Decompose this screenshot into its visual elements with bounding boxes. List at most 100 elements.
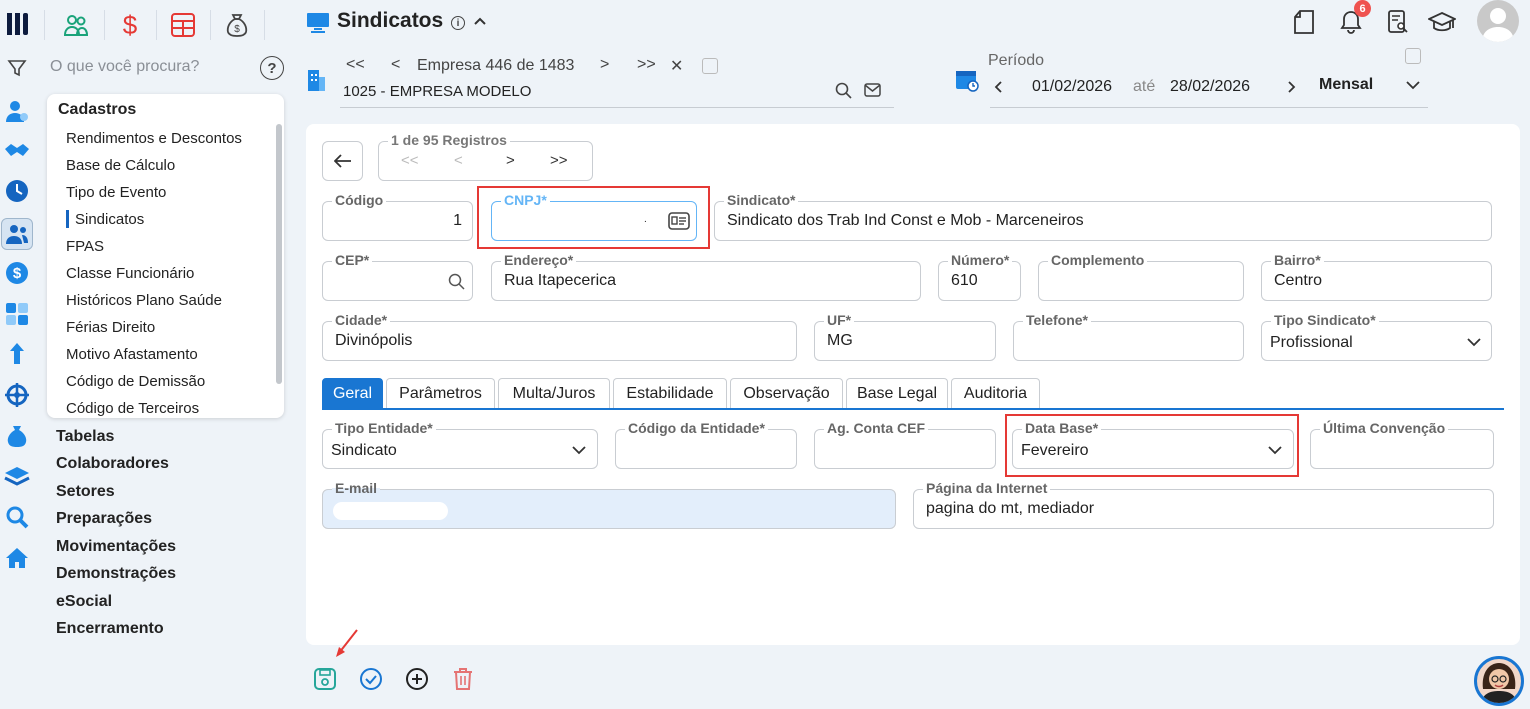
- periodo-checkbox[interactable]: [1405, 48, 1421, 64]
- save-button[interactable]: [313, 667, 337, 691]
- cep-field[interactable]: CEP*: [322, 252, 473, 301]
- records-last-button[interactable]: >>: [550, 152, 568, 169]
- tab-auditoria[interactable]: Auditoria: [951, 378, 1040, 409]
- endereco-field[interactable]: Endereço* Rua Itapecerica: [491, 252, 921, 301]
- delete-button[interactable]: [452, 667, 474, 691]
- add-button[interactable]: [405, 667, 429, 691]
- nav-item[interactable]: Movimentações: [56, 538, 176, 556]
- bairro-field[interactable]: Bairro* Centro: [1261, 252, 1492, 301]
- empresa-last-button[interactable]: >>: [637, 56, 656, 74]
- chevron-up-icon[interactable]: [473, 16, 487, 26]
- info-icon[interactable]: i: [451, 16, 465, 30]
- numero-field[interactable]: Número* 610: [938, 252, 1021, 301]
- document-icon[interactable]: [1293, 10, 1315, 34]
- app-logo[interactable]: [6, 10, 34, 38]
- periodo-end[interactable]: 28/02/2026: [1170, 78, 1250, 96]
- complemento-field[interactable]: Complemento: [1038, 252, 1244, 301]
- periodo-prev-icon[interactable]: [993, 80, 1003, 94]
- submenu-item[interactable]: Base de Cálculo: [66, 157, 175, 174]
- clock-icon[interactable]: [4, 178, 30, 204]
- empresa-checkbox[interactable]: [702, 58, 718, 74]
- scrollbar[interactable]: [276, 124, 282, 384]
- periodo-mode-select[interactable]: Mensal: [1319, 76, 1373, 94]
- telefone-field[interactable]: Telefone*: [1013, 312, 1244, 361]
- tab-base-legal[interactable]: Base Legal: [846, 378, 948, 409]
- periodo-start[interactable]: 01/02/2026: [1032, 78, 1112, 96]
- dollar-module-icon[interactable]: $: [110, 8, 150, 42]
- money-bag-module-icon[interactable]: $: [217, 8, 257, 42]
- submenu-header[interactable]: Cadastros: [58, 101, 136, 119]
- money-bag-icon[interactable]: [4, 423, 30, 449]
- person-settings-icon[interactable]: [4, 98, 30, 124]
- graduation-cap-icon[interactable]: [1428, 11, 1456, 33]
- ultima-convencao-field[interactable]: Última Convenção: [1310, 420, 1494, 469]
- records-prev-button[interactable]: <: [454, 152, 463, 169]
- tab-observacao[interactable]: Observação: [730, 378, 843, 409]
- submenu-item[interactable]: Tipo de Evento: [66, 184, 166, 201]
- nav-item[interactable]: Encerramento: [56, 620, 164, 638]
- layers-icon[interactable]: [4, 464, 30, 490]
- people-module-icon[interactable]: [56, 8, 96, 42]
- calculator-icon[interactable]: [4, 301, 30, 327]
- calculator-module-icon[interactable]: [163, 8, 203, 42]
- nav-item[interactable]: Demonstrações: [56, 565, 176, 583]
- cidade-field[interactable]: Cidade* Divinópolis: [322, 312, 797, 361]
- chart-arrow-icon[interactable]: [4, 341, 30, 367]
- empresa-next-button[interactable]: >: [600, 56, 609, 74]
- tab-multa-juros[interactable]: Multa/Juros: [498, 378, 610, 409]
- handshake-icon[interactable]: [4, 138, 30, 164]
- tab-estabilidade[interactable]: Estabilidade: [613, 378, 727, 409]
- nav-item[interactable]: eSocial: [56, 593, 112, 611]
- submenu-item[interactable]: Históricos Plano Saúde: [66, 292, 222, 309]
- empresa-close-button[interactable]: ✕: [670, 56, 683, 76]
- tab-geral[interactable]: Geral: [322, 378, 383, 409]
- filter-icon[interactable]: [4, 55, 30, 81]
- tipo-entidade-select[interactable]: Tipo Entidade* Sindicato: [322, 420, 598, 469]
- empresa-first-button[interactable]: <<: [346, 56, 365, 74]
- help-icon[interactable]: ?: [260, 56, 284, 80]
- chevron-down-icon[interactable]: [1466, 337, 1482, 347]
- nav-item[interactable]: Setores: [56, 483, 115, 501]
- submenu-item[interactable]: Classe Funcionário: [66, 265, 194, 282]
- chevron-down-icon[interactable]: [1405, 80, 1421, 90]
- uf-field[interactable]: UF* MG: [814, 312, 996, 361]
- submenu-item[interactable]: Código de Demissão: [66, 373, 205, 390]
- chevron-down-icon[interactable]: [571, 445, 587, 455]
- pagina-internet-field[interactable]: Página da Internet pagina do mt, mediado…: [913, 480, 1494, 529]
- mail-icon[interactable]: [864, 83, 881, 97]
- empresa-name[interactable]: 1025 - EMPRESA MODELO: [343, 83, 531, 100]
- search-input[interactable]: O que você procura?: [50, 58, 199, 76]
- ag-conta-cef-field[interactable]: Ag. Conta CEF: [814, 420, 996, 469]
- employees-icon-active[interactable]: [1, 218, 33, 250]
- home-icon[interactable]: [4, 545, 30, 571]
- records-first-button[interactable]: <<: [401, 152, 419, 169]
- search-icon[interactable]: [4, 504, 30, 530]
- cep-search-icon[interactable]: [448, 273, 465, 290]
- codigo-field[interactable]: Código 1: [322, 192, 473, 241]
- codigo-entidade-field[interactable]: Código da Entidade*: [615, 420, 797, 469]
- submenu-item[interactable]: Férias Direito: [66, 319, 155, 336]
- assistant-avatar[interactable]: [1474, 656, 1524, 706]
- submenu-item[interactable]: Código de Terceiros: [66, 400, 199, 417]
- submenu-item[interactable]: Motivo Afastamento: [66, 346, 198, 363]
- submenu-item-active[interactable]: Sindicatos: [75, 211, 144, 228]
- submenu-item[interactable]: FPAS: [66, 238, 104, 255]
- periodo-next-icon[interactable]: [1287, 80, 1297, 94]
- nav-item[interactable]: Preparações: [56, 510, 152, 528]
- user-avatar[interactable]: [1477, 0, 1519, 42]
- sindicato-field[interactable]: Sindicato* Sindicato dos Trab Ind Const …: [714, 192, 1492, 241]
- confirm-button[interactable]: [359, 667, 383, 691]
- tab-parametros[interactable]: Parâmetros: [386, 378, 495, 409]
- empresa-prev-button[interactable]: <: [391, 56, 400, 74]
- empresa-search-icon[interactable]: [835, 82, 852, 99]
- records-next-button[interactable]: >: [506, 152, 515, 169]
- email-field[interactable]: E-mail: [322, 480, 896, 529]
- report-search-icon[interactable]: [1387, 10, 1409, 34]
- nav-item[interactable]: Tabelas: [56, 428, 114, 446]
- back-button[interactable]: [322, 141, 363, 181]
- dollar-circle-icon[interactable]: $: [4, 260, 30, 286]
- nav-item[interactable]: Colaboradores: [56, 455, 169, 473]
- submenu-item[interactable]: Rendimentos e Descontos: [66, 130, 242, 147]
- tipo-sindicato-select[interactable]: Tipo Sindicato* Profissional: [1261, 312, 1492, 361]
- network-gear-icon[interactable]: [4, 382, 30, 408]
